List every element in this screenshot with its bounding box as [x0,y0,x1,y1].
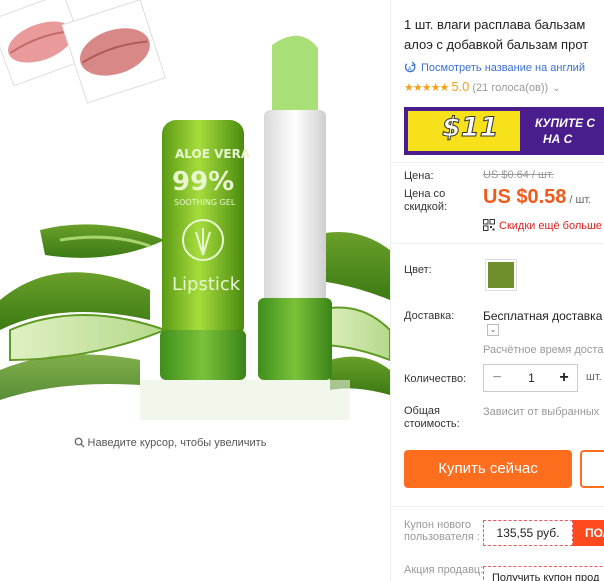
old-price: US $0.64 / шт. [483,169,554,181]
total-value: Зависит от выбранных [483,406,600,418]
product-image[interactable]: ALOE VERA 99% SOOTHING GEL Lipstick [0,0,390,430]
product-title-line2: алоэ с добавкой бальзам прот [404,37,589,52]
chevron-down-icon: ⌄ [552,83,561,94]
promo-banner-line1: КУПИТЕ С [535,116,596,130]
color-option[interactable] [485,259,517,291]
shipping-label: Доставка: [404,310,455,322]
buy-now-button[interactable]: Купить сейчас [404,450,572,488]
svg-text:Lipstick: Lipstick [172,274,241,295]
seller-promo-label: Акция продавц: [404,564,484,576]
translate-icon: A [404,61,416,72]
price-unit: / шт. [569,194,592,206]
promo-banner-line2: НА С [543,132,573,146]
svg-text:ALOE VERA: ALOE VERA [175,147,251,161]
discount-price: US $0.58/ шт. [483,186,591,209]
rating-votes: (21 голоса(ов)) [472,82,549,94]
shipping-time: Расчётное время доста [483,344,604,356]
qr-code-icon [483,219,495,231]
color-label: Цвет: [404,264,432,276]
product-photo: ALOE VERA 99% SOOTHING GEL Lipstick [0,0,390,420]
rating[interactable]: ★★★★★ 5.0 (21 голоса(ов)) ⌄ [404,79,561,94]
get-coupon-button[interactable]: ПОЛ [573,520,604,546]
promo-banner-text: КУПИТЕ С НА С [535,115,595,147]
more-discounts-text: Скидки ещё больше [499,220,602,232]
coupon-label: Купон нового пользователя : [404,519,480,543]
divider [391,162,604,163]
svg-text:SOOTHING GEL: SOOTHING GEL [174,198,236,207]
get-seller-coupon-button[interactable]: Получить купон прод [483,566,604,581]
add-to-cart-button[interactable] [580,450,604,488]
product-info-panel: 1 шт. влаги расплава бальзам алоэ с доба… [390,0,604,581]
quantity-unit: шт. [586,371,602,383]
quantity-input[interactable]: 1 [510,365,553,391]
divider [391,506,604,507]
promo-banner[interactable]: $11 КУПИТЕ С НА С [404,107,604,155]
discount-price-label: Цена со скидкой: [404,188,448,213]
zoom-hint: Наведите курсор, чтобы увеличить [0,437,340,449]
quantity-label: Количество: [404,373,467,385]
svg-text:A: A [408,66,412,72]
decrease-button[interactable]: − [484,365,510,391]
promo-amount: $11 [441,112,499,144]
more-discounts-link[interactable]: Скидки ещё больше [483,219,602,232]
shipping-method[interactable]: Бесплатная доставка [483,309,602,323]
svg-text:99%: 99% [172,167,234,197]
translate-link-text: Посмотреть название на англий [421,62,585,74]
zoom-hint-text: Наведите курсор, чтобы увеличить [87,437,267,449]
product-title-line1: 1 шт. влаги расплава бальзам [404,17,586,32]
product-title: 1 шт. влаги расплава бальзам алоэ с доба… [404,15,604,55]
color-swatch-fill [488,262,514,288]
quantity-stepper: − 1 + [483,364,578,392]
increase-button[interactable]: + [551,365,577,391]
rating-score: 5.0 [451,79,470,94]
translate-link[interactable]: A Посмотреть название на англий [404,61,585,74]
total-label: Общая стоимость: [404,405,460,430]
star-rating-icon: ★★★★★ [404,82,449,94]
price-label: Цена: [404,170,434,182]
price-value: US $0.58 [483,186,567,208]
coupon-value: 135,55 руб. [483,520,573,546]
magnifier-icon [74,437,85,448]
chevron-down-icon[interactable]: ⌄ [487,324,499,336]
divider [391,243,604,244]
